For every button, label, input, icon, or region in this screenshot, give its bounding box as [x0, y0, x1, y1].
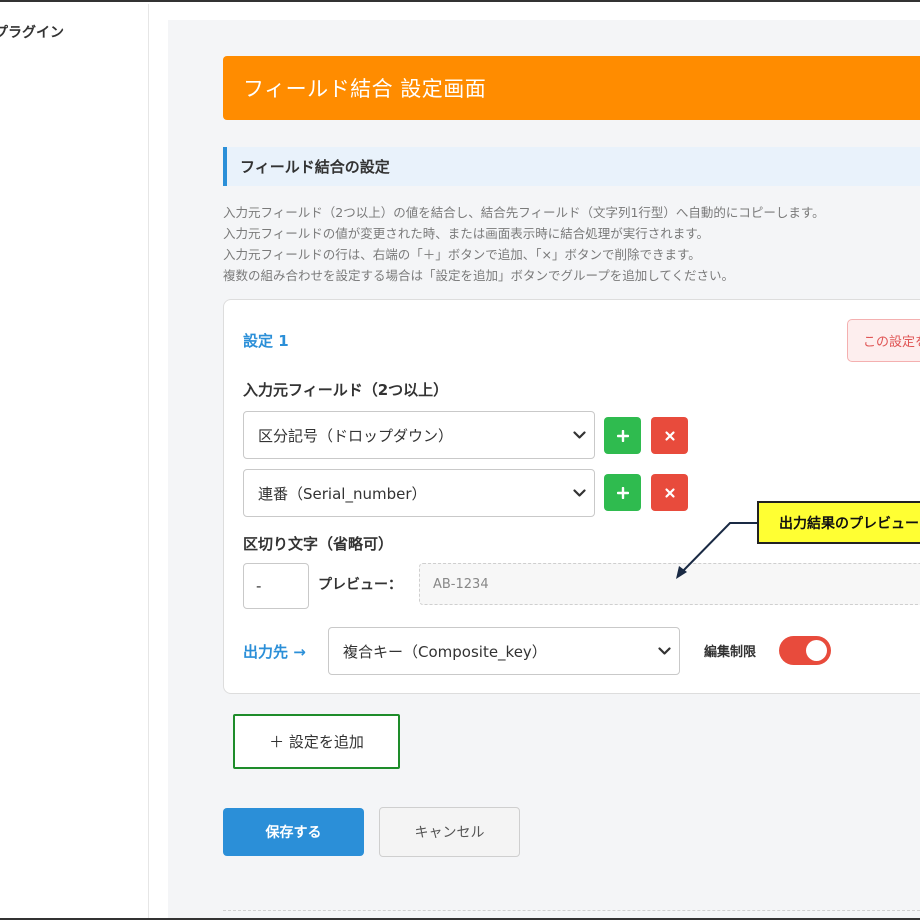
output-field-select[interactable]: 複合キー（Composite_key） — [328, 627, 680, 675]
toggle-knob — [806, 640, 827, 661]
source-field-select-2[interactable]: 連番（Serial_number） — [243, 469, 595, 517]
preview-callout: 出力結果のプレビュー — [757, 501, 920, 544]
output-field-value: 複合キー（Composite_key） — [343, 642, 547, 661]
close-icon — [664, 430, 675, 441]
divider — [223, 910, 920, 911]
separator-value: - — [256, 577, 262, 595]
remove-source-button-1[interactable] — [651, 417, 688, 454]
callout-arrow-icon — [676, 522, 757, 579]
chevron-down-icon — [564, 425, 594, 445]
page-title: フィールド結合 設定画面 — [243, 77, 487, 101]
sidebar: プラグイン — [0, 4, 149, 918]
edit-lock-toggle[interactable] — [779, 636, 831, 665]
plus-icon — [616, 486, 629, 499]
chevron-down-icon — [649, 641, 679, 661]
screenshot-frame: プラグイン フィールド結合 設定画面 フィールド結合の設定 入力元フィールド（2… — [0, 0, 920, 920]
description-line: 複数の組み合わせを設定する場合は「設定を追加」ボタンでグループを追加してください… — [223, 268, 735, 283]
source-field-value-2: 連番（Serial_number） — [258, 484, 427, 503]
save-button[interactable]: 保存する — [223, 808, 364, 856]
output-label: 出力先 → — [243, 643, 306, 661]
cancel-button[interactable]: キャンセル — [379, 807, 520, 857]
setting-label: 設定 1 — [243, 332, 289, 350]
remove-source-button-2[interactable] — [651, 474, 688, 511]
add-source-button-1[interactable] — [604, 417, 641, 454]
plus-icon — [616, 429, 629, 442]
description: 入力元フィールド（2つ以上）の値を結合し、結合先フィールド（文字列1行型）へ自動… — [223, 202, 920, 286]
add-setting-button[interactable]: ＋ 設定を追加 — [233, 714, 400, 769]
sidebar-title[interactable]: プラグイン — [0, 22, 64, 42]
preview-label: プレビュー： — [318, 577, 402, 593]
description-line: 入力元フィールド（2つ以上）の値を結合し、結合先フィールド（文字列1行型）へ自動… — [223, 205, 825, 220]
description-line: 入力元フィールドの値が変更された時、または画面表示時に結合処理が実行されます。 — [223, 226, 710, 241]
separator-input[interactable]: - — [243, 563, 309, 609]
separator-label: 区切り文字（省略可） — [243, 535, 394, 553]
edit-lock-label: 編集制限 — [704, 645, 757, 660]
chevron-down-icon — [564, 483, 594, 503]
source-field-select-1[interactable]: 区分記号（ドロップダウン） — [243, 411, 595, 459]
description-line: 入力元フィールドの行は、右端の「＋」ボタンで追加、「×」ボタンで削除できます。 — [223, 247, 701, 262]
page-header: フィールド結合 設定画面 — [223, 56, 920, 120]
close-icon — [664, 487, 675, 498]
preview-value: AB-1234 — [433, 576, 489, 592]
callout-text: 出力結果のプレビュー — [779, 515, 919, 532]
delete-setting-button[interactable]: この設定を削除 — [847, 319, 920, 362]
source-field-value-1: 区分記号（ドロップダウン） — [258, 426, 454, 445]
add-source-button-2[interactable] — [604, 474, 641, 511]
section-title: フィールド結合の設定 — [240, 158, 390, 176]
source-fields-label: 入力元フィールド（2つ以上） — [243, 381, 449, 399]
section-header: フィールド結合の設定 — [223, 147, 920, 186]
